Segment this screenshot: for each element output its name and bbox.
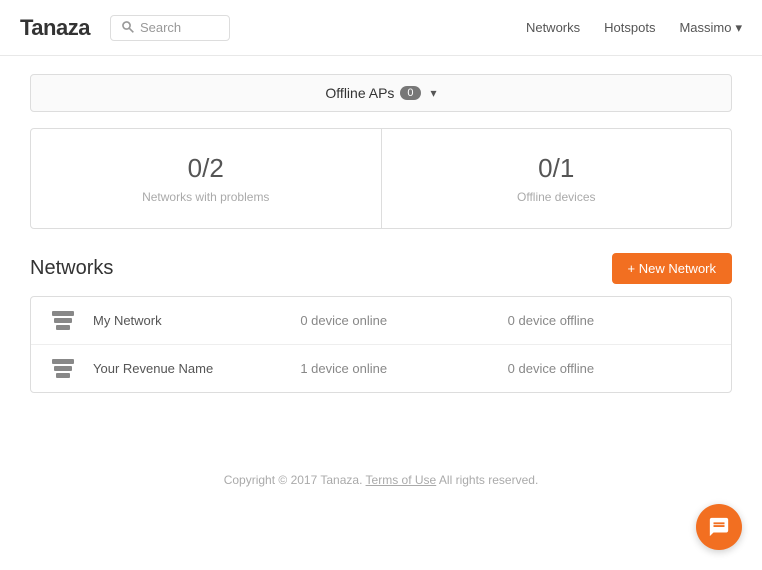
search-label: Search: [140, 20, 181, 35]
offline-count-badge: 0: [400, 86, 420, 100]
network-offline-count: 0 device offline: [508, 313, 715, 328]
stat-networks-problems-value: 0/2: [51, 153, 361, 184]
footer-terms-link[interactable]: Terms of Use: [366, 473, 437, 487]
stat-networks-problems-label: Networks with problems: [51, 190, 361, 204]
network-name: My Network: [93, 313, 300, 328]
nav-user[interactable]: Massimo ▾: [679, 20, 742, 36]
footer-text: Copyright © 2017 Tanaza.: [224, 473, 363, 487]
stat-networks-problems: 0/2 Networks with problems: [31, 129, 382, 228]
search-icon: [121, 20, 134, 36]
network-name: Your Revenue Name: [93, 361, 300, 376]
chat-icon: [708, 516, 730, 538]
offline-label: Offline APs: [325, 85, 394, 101]
nav-hotspots[interactable]: Hotspots: [604, 20, 655, 35]
nav-username: Massimo: [679, 20, 731, 35]
networks-title: Networks: [30, 257, 113, 280]
network-online-count: 0 device online: [300, 313, 507, 328]
network-online-count: 1 device online: [300, 361, 507, 376]
network-stack-icon: [47, 311, 79, 330]
network-stack-icon: [47, 359, 79, 378]
stats-row: 0/2 Networks with problems 0/1 Offline d…: [30, 128, 732, 229]
nav: Networks Hotspots Massimo ▾: [526, 20, 742, 36]
logo: Tanaza: [20, 15, 90, 41]
offline-dropdown-arrow: ▾: [431, 86, 437, 100]
network-row[interactable]: My Network 0 device online 0 device offl…: [31, 297, 731, 345]
stat-offline-devices-label: Offline devices: [402, 190, 712, 204]
new-network-button[interactable]: + New Network: [612, 253, 733, 284]
header: Tanaza Search Networks Hotspots Massimo …: [0, 0, 762, 56]
chevron-down-icon: ▾: [735, 20, 742, 36]
stat-offline-devices: 0/1 Offline devices: [382, 129, 732, 228]
stat-offline-devices-value: 0/1: [402, 153, 712, 184]
nav-networks[interactable]: Networks: [526, 20, 580, 35]
footer: Copyright © 2017 Tanaza. Terms of Use Al…: [0, 453, 762, 507]
network-table: My Network 0 device online 0 device offl…: [30, 296, 732, 393]
offline-alert-bar[interactable]: Offline APs 0 ▾: [30, 74, 732, 112]
network-row[interactable]: Your Revenue Name 1 device online 0 devi…: [31, 345, 731, 392]
chat-bubble-button[interactable]: [696, 504, 742, 550]
networks-section-header: Networks + New Network: [30, 253, 732, 284]
search-box[interactable]: Search: [110, 15, 230, 41]
footer-suffix: All rights reserved.: [439, 473, 538, 487]
network-offline-count: 0 device offline: [508, 361, 715, 376]
